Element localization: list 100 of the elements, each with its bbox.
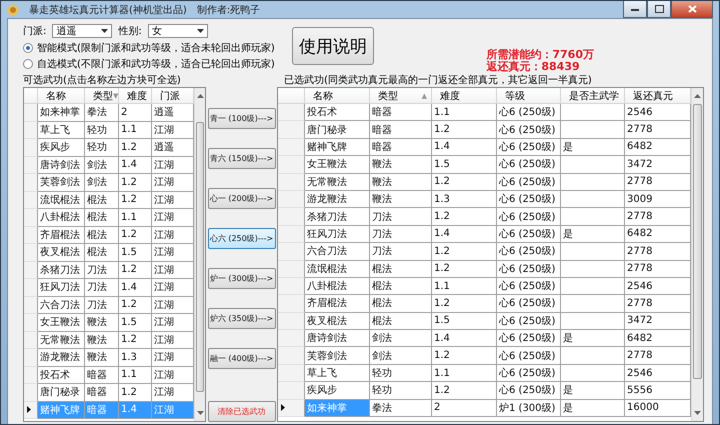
column-header[interactable]: 类型	[378, 88, 398, 102]
table-cell[interactable]	[561, 347, 625, 365]
table-cell[interactable]: 鞭法	[85, 314, 119, 332]
table-cell[interactable]: 2	[432, 400, 497, 418]
table-cell[interactable]	[561, 208, 625, 226]
table-cell[interactable]: 棍法	[85, 192, 119, 209]
table-cell[interactable]: 心6 (250级)	[497, 174, 561, 191]
table-cell[interactable]: 剑法	[85, 174, 119, 192]
table-cell[interactable]: 江湖	[152, 366, 194, 384]
table-cell[interactable]: 疾风步	[305, 382, 370, 400]
header-corner[interactable]	[278, 88, 305, 104]
table-cell[interactable]: 齐眉棍法	[305, 295, 370, 313]
table-cell[interactable]: 八卦棍法	[38, 209, 85, 226]
table-cell[interactable]: 1.1	[119, 366, 152, 384]
table-cell[interactable]: 鞭法	[370, 156, 432, 174]
table-cell[interactable]: 2778	[625, 121, 691, 139]
table-cell[interactable]: 棍法	[370, 295, 432, 313]
table-cell[interactable]: 无常鞭法	[38, 332, 85, 349]
level-button[interactable]: 青一 (100级)--->	[208, 108, 276, 129]
table-cell[interactable]: 刀法	[85, 262, 119, 279]
table-cell[interactable]: 江湖	[152, 244, 194, 262]
level-button[interactable]: 炉六 (350级)--->	[208, 308, 276, 329]
table-cell[interactable]: 草上飞	[38, 122, 85, 139]
table-cell[interactable]: 心6 (250级)	[497, 208, 561, 226]
table-cell[interactable]: 心6 (250级)	[497, 312, 561, 330]
level-button[interactable]: 炉一 (300级)--->	[208, 268, 276, 289]
radio-button[interactable]	[23, 58, 33, 68]
table-cell[interactable]: 1.5	[119, 244, 152, 262]
table-cell[interactable]: 剑法	[85, 156, 119, 174]
table-cell[interactable]: 2778	[625, 260, 691, 278]
table-cell[interactable]: 5556	[625, 382, 691, 400]
table-cell[interactable]: 2778	[625, 243, 691, 261]
table-cell[interactable]: 心6 (250级)	[497, 330, 561, 348]
table-cell[interactable]: 逍遥	[152, 139, 194, 156]
table-cell[interactable]: 心6 (250级)	[497, 104, 561, 122]
table-cell[interactable]: 唐诗剑法	[38, 156, 85, 174]
table-cell[interactable]: 2778	[625, 295, 691, 313]
table-cell[interactable]: 江湖	[152, 384, 194, 402]
row-header[interactable]	[278, 400, 305, 418]
table-cell[interactable]: 芙蓉剑法	[38, 174, 85, 192]
table-cell[interactable]: 八卦棍法	[305, 278, 370, 296]
table-cell[interactable]: 女王鞭法	[38, 314, 85, 332]
table-cell[interactable]: 1.2	[119, 192, 152, 209]
table-cell[interactable]: 流氓棍法	[305, 260, 370, 278]
table-cell[interactable]: 是	[561, 382, 625, 400]
table-cell[interactable]: 暗器	[85, 366, 119, 384]
table-cell[interactable]: 赌神飞牌	[305, 138, 370, 156]
table-cell[interactable]: 心6 (250级)	[497, 190, 561, 208]
table-cell[interactable]: 1.2	[432, 174, 497, 191]
table-cell[interactable]: 刀法	[370, 226, 432, 244]
table-cell[interactable]	[561, 364, 625, 382]
table-cell[interactable]: 1.4	[432, 330, 497, 348]
table-cell[interactable]: 心6 (250级)	[497, 260, 561, 278]
table-cell[interactable]: 鞭法	[85, 349, 119, 366]
table-cell[interactable]: 轻功	[85, 139, 119, 156]
level-button[interactable]: 青六 (150级)--->	[208, 148, 276, 169]
scrollbar[interactable]	[194, 88, 205, 421]
table-cell[interactable]	[561, 190, 625, 208]
table-cell[interactable]	[561, 156, 625, 174]
table-cell[interactable]: 逍遥	[152, 104, 194, 122]
table-cell[interactable]: 轻功	[85, 122, 119, 139]
table-cell[interactable]: 心6 (250级)	[497, 138, 561, 156]
table-cell[interactable]: 心6 (250级)	[497, 121, 561, 139]
table-cell[interactable]: 心6 (250级)	[497, 243, 561, 261]
table-cell[interactable]: 1.3	[432, 190, 497, 208]
table-cell[interactable]: 2778	[625, 208, 691, 226]
table-cell[interactable]: 棍法	[85, 226, 119, 244]
table-cell[interactable]: 刀法	[370, 243, 432, 261]
table-cell[interactable]: 芙蓉剑法	[305, 347, 370, 365]
close-button[interactable]	[671, 1, 713, 18]
table-cell[interactable]: 1.1	[432, 104, 497, 122]
table-cell[interactable]: 剑法	[370, 347, 432, 365]
table-cell[interactable]: 炉1 (300级)	[497, 400, 561, 418]
table-cell[interactable]: 1.2	[432, 208, 497, 226]
table-cell[interactable]	[561, 260, 625, 278]
table-cell[interactable]: 暗器	[370, 121, 432, 139]
table-cell[interactable]: 心6 (250级)	[497, 156, 561, 174]
table-cell[interactable]: 1.1	[432, 278, 497, 296]
table-cell[interactable]: 棍法	[85, 244, 119, 262]
table-cell[interactable]: 轻功	[370, 382, 432, 400]
table-cell[interactable]: 剑法	[370, 330, 432, 348]
maximize-button[interactable]	[647, 1, 671, 18]
table-cell[interactable]: 1.2	[119, 262, 152, 279]
table-cell[interactable]: 是	[561, 226, 625, 244]
table-cell[interactable]: 1.1	[119, 209, 152, 226]
table-cell[interactable]: 暗器	[85, 384, 119, 402]
table-cell[interactable]: 江湖	[152, 279, 194, 296]
table-cell[interactable]: 1.1	[119, 122, 152, 139]
help-button[interactable]: 使用说明	[292, 27, 374, 65]
column-header[interactable]: 类型	[93, 88, 113, 102]
table-cell[interactable]: 心6 (250级)	[497, 226, 561, 244]
table-cell[interactable]: 是	[561, 330, 625, 348]
table-cell[interactable]: 六合刀法	[38, 296, 85, 314]
table-cell[interactable]: 心6 (250级)	[497, 295, 561, 313]
table-cell[interactable]: 投石术	[305, 104, 370, 122]
table-cell[interactable]: 1.2	[432, 121, 497, 139]
table-cell[interactable]: 唐诗剑法	[305, 330, 370, 348]
table-cell[interactable]: 唐门秘录	[305, 121, 370, 139]
level-button[interactable]: 心一 (200级)--->	[208, 188, 276, 209]
table-cell[interactable]: 棍法	[370, 278, 432, 296]
